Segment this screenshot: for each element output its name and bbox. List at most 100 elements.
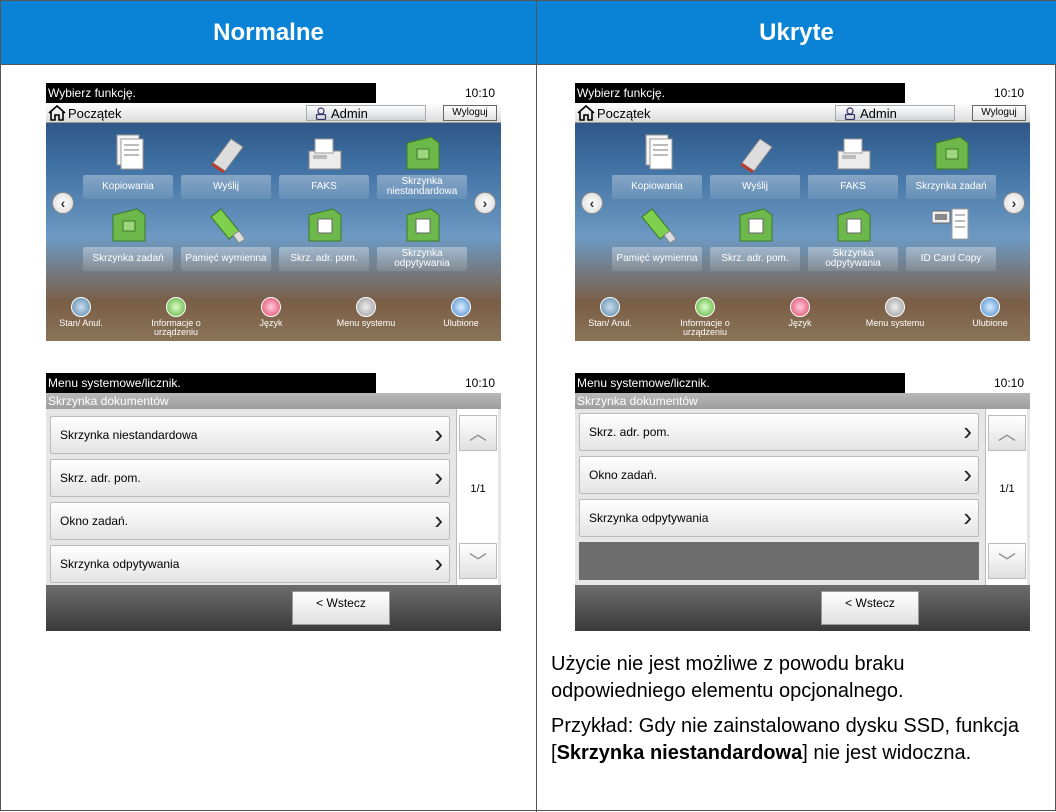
menu-list: Skrz. adr. pom. › Okno zadań. › Skrzynka o… — [575, 409, 1030, 585]
user-icon — [844, 106, 856, 120]
scroll-down-button[interactable]: ﹀ — [988, 543, 1026, 579]
function-removable-memory[interactable]: Pamięć wymienna — [612, 205, 702, 285]
back-button[interactable]: < Wstecz — [821, 591, 919, 625]
dock-label: Język — [259, 318, 283, 328]
bottom-bar: < Wstecz — [46, 585, 501, 631]
status-bar: Wybierz funkcję. 10:10 — [46, 83, 501, 103]
logout-button[interactable]: Wyloguj — [443, 105, 497, 121]
home-button[interactable]: Początek — [577, 104, 650, 122]
function-label: Skrz. adr. pom. — [710, 247, 800, 271]
status-bar: Menu systemowe/licznik. 10:10 — [46, 373, 501, 393]
dock-device-info[interactable]: Informacje o urządzeniu — [141, 297, 211, 341]
note-text: ] nie jest widoczna. — [802, 742, 972, 764]
dock-language[interactable]: Język — [236, 297, 306, 341]
function-label: Kopiowania — [83, 175, 173, 199]
note-bold-text: Skrzynka niestandardowa — [556, 742, 803, 764]
dock-language[interactable]: Język — [765, 297, 835, 341]
dock: Stan/ Anul. Informacje o urządzeniu Języ… — [575, 297, 1030, 341]
function-label: Wyślij — [710, 175, 800, 199]
list-item[interactable]: Okno zadań. › — [579, 456, 979, 494]
list-item[interactable]: Okno zadań. › — [50, 502, 450, 540]
dock-system-menu[interactable]: Menu systemu — [860, 297, 930, 341]
send-icon — [211, 138, 244, 173]
copy-icon — [116, 134, 144, 170]
list-item[interactable]: Skrzynka odpytywania › — [50, 545, 450, 583]
favorites-icon — [451, 297, 471, 317]
list-item[interactable]: Skrzynka odpytywania › — [579, 499, 979, 537]
chevron-down-icon: ﹀ — [469, 552, 487, 572]
function-id-card-copy[interactable]: ID Card Copy — [906, 205, 996, 285]
dock-status[interactable]: Stan/ Anul. — [46, 297, 116, 341]
screen-title: Wybierz funkcję. — [575, 83, 905, 103]
next-page-button[interactable]: › — [474, 192, 496, 214]
list-item-label: Skrz. adr. pom. — [589, 425, 670, 439]
function-fax[interactable]: FAKS — [279, 133, 369, 213]
prev-page-button[interactable]: ‹ — [52, 192, 74, 214]
chevron-right-icon: › — [434, 462, 443, 492]
function-removable-memory[interactable]: Pamięć wymienna — [181, 205, 271, 285]
function-copy[interactable]: Kopiowania — [83, 133, 173, 213]
chevron-right-icon: › — [963, 459, 972, 489]
list-item[interactable]: Skrz. adr. pom. › — [579, 413, 979, 451]
list-item-label: Skrzynka niestandardowa — [60, 428, 198, 442]
logout-button[interactable]: Wyloguj — [972, 105, 1026, 121]
function-send[interactable]: Wyślij — [710, 133, 800, 213]
scroll-up-button[interactable]: ︿ — [988, 415, 1026, 451]
list-item-label: Okno zadań. — [589, 468, 658, 482]
home-label: Początek — [597, 105, 651, 121]
function-send[interactable]: Wyślij — [181, 133, 271, 213]
clock: 10:10 — [464, 86, 495, 100]
note-paragraph-2: Przykład: Gdy nie zainstalowano dysku SS… — [551, 713, 1041, 767]
breadcrumb: Skrzynka dokumentów — [575, 393, 1030, 409]
function-job-box[interactable]: Skrzynka zadań — [906, 133, 996, 213]
nav-bar: Początek Admin Wyloguj — [46, 103, 501, 123]
home-screen-normal: Wybierz funkcję. 10:10 Początek Admin Wy… — [46, 83, 501, 341]
function-label: FAKS — [808, 175, 898, 199]
function-fax-box[interactable]: Skrz. adr. pom. — [279, 205, 369, 285]
function-copy[interactable]: Kopiowania — [612, 133, 702, 213]
device-info-icon — [166, 297, 186, 317]
scroll-up-button[interactable]: ︿ — [459, 415, 497, 451]
function-polling-box[interactable]: Skrzynka odpytywania — [377, 205, 467, 285]
menu-screen-normal: Menu systemowe/licznik. 10:10 Skrzynka d… — [46, 373, 501, 631]
dock-label: Język — [788, 318, 812, 328]
bottom-bar: < Wstecz — [575, 585, 1030, 631]
copy-icon — [645, 134, 673, 170]
dock-status[interactable]: Stan/ Anul. — [575, 297, 645, 341]
empty-list-slot — [579, 542, 979, 580]
user-icon — [315, 106, 327, 120]
function-label: Kopiowania — [612, 175, 702, 199]
list-item-label: Skrzynka odpytywania — [589, 511, 709, 525]
dock-label: Informacje o urządzeniu — [680, 318, 730, 337]
chevron-right-icon: › — [434, 505, 443, 535]
scroll-down-button[interactable]: ﹀ — [459, 543, 497, 579]
function-fax-box[interactable]: Skrz. adr. pom. — [710, 205, 800, 285]
chevron-left-icon: ‹ — [589, 195, 595, 211]
function-fax[interactable]: FAKS — [808, 133, 898, 213]
back-button[interactable]: < Wstecz — [292, 591, 390, 625]
dock-label: Ulubione — [443, 318, 479, 328]
dock-favorites[interactable]: Ulubione — [426, 297, 496, 341]
status-icon — [71, 297, 91, 317]
function-job-box[interactable]: Skrzynka zadań — [83, 205, 173, 285]
list-item[interactable]: Skrzynka niestandardowa › — [50, 416, 450, 454]
list-item[interactable]: Skrz. adr. pom. › — [50, 459, 450, 497]
next-page-button[interactable]: › — [1003, 192, 1025, 214]
dock-label: Stan/ Anul. — [59, 318, 103, 328]
home-button[interactable]: Początek — [48, 104, 121, 122]
function-label: Skrzynka zadań — [83, 247, 173, 271]
function-label: ID Card Copy — [906, 247, 996, 271]
dock-favorites[interactable]: Ulubione — [955, 297, 1025, 341]
function-custom-box[interactable]: Skrzynka niestandardowa — [377, 133, 467, 213]
page-indicator: 1/1 — [470, 483, 486, 495]
function-polling-box[interactable]: Skrzynka odpytywania — [808, 205, 898, 285]
chevron-up-icon: ︿ — [469, 424, 487, 444]
screen-title: Menu systemowe/licznik. — [575, 373, 905, 393]
chevron-right-icon: › — [434, 419, 443, 449]
dock-device-info[interactable]: Informacje o urządzeniu — [670, 297, 740, 341]
menu-screen-hidden: Menu systemowe/licznik. 10:10 Skrzynka d… — [575, 373, 1030, 631]
function-label: Wyślij — [181, 175, 271, 199]
function-label: Skrz. adr. pom. — [279, 247, 369, 271]
prev-page-button[interactable]: ‹ — [581, 192, 603, 214]
dock-system-menu[interactable]: Menu systemu — [331, 297, 401, 341]
